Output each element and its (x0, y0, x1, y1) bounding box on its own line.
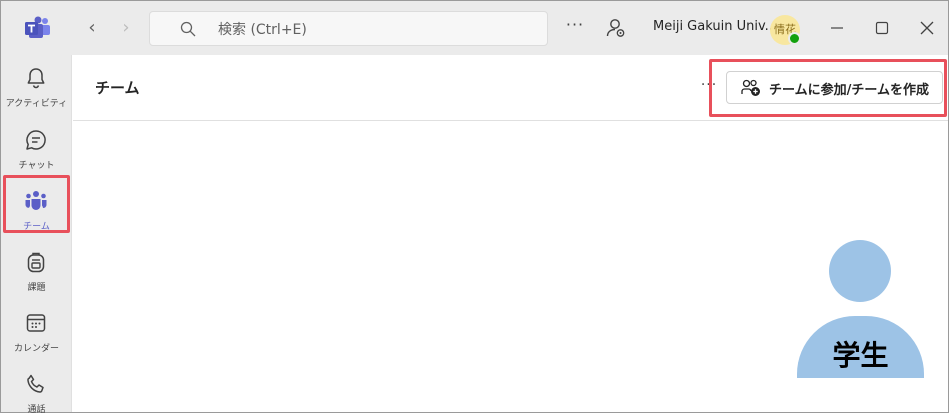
backpack-icon (27, 252, 45, 273)
student-figure-head (829, 240, 891, 302)
bell-icon (27, 68, 45, 89)
close-icon[interactable] (917, 18, 937, 38)
more-options-button[interactable]: ··· (563, 17, 587, 38)
page-title: チーム (95, 79, 140, 97)
rail-item-label: チャット (18, 161, 55, 171)
rail-item-chat[interactable]: チャット (1, 122, 72, 182)
rail-item-assignments[interactable]: 課題 (1, 244, 72, 304)
search-input[interactable] (218, 20, 518, 40)
organization-name[interactable]: Meiji Gakuin Univ... (653, 19, 777, 34)
status-available-badge (788, 32, 801, 45)
app-rail: アクティビティ チャット チーム 課題 カレンダー 通話 (1, 55, 72, 413)
rail-item-label: 課題 (27, 283, 46, 293)
header-divider (73, 120, 948, 121)
rail-item-label: カレンダー (13, 344, 59, 354)
rail-item-calendar[interactable]: カレンダー (1, 305, 72, 365)
phone-icon (27, 374, 44, 393)
people-settings-icon[interactable] (605, 17, 627, 39)
title-bar: ‹ › ··· Meiji Gakuin Univ... 情花 (1, 1, 948, 55)
forward-button[interactable]: › (115, 17, 137, 39)
people-add-icon (741, 79, 760, 96)
join-or-create-team-button[interactable]: チームに参加/チームを作成 (726, 71, 943, 104)
rail-item-label: 通話 (27, 405, 46, 413)
rail-item-activity[interactable]: アクティビティ (1, 60, 72, 120)
rail-item-label: アクティビティ (5, 99, 68, 109)
search-icon (180, 21, 196, 37)
chat-icon (26, 130, 46, 150)
maximize-icon[interactable] (872, 18, 892, 38)
join-or-create-team-label: チームに参加/チームを作成 (769, 83, 929, 98)
student-label: 学生 (832, 339, 889, 372)
teams-logo-icon[interactable] (25, 16, 51, 40)
calendar-icon (26, 314, 46, 332)
back-button[interactable]: ‹ (81, 17, 103, 39)
teams-rail-highlight-box (3, 175, 70, 233)
rail-item-calls[interactable]: 通話 (1, 366, 72, 413)
search-box[interactable] (149, 11, 548, 46)
minimize-icon[interactable] (827, 18, 847, 38)
